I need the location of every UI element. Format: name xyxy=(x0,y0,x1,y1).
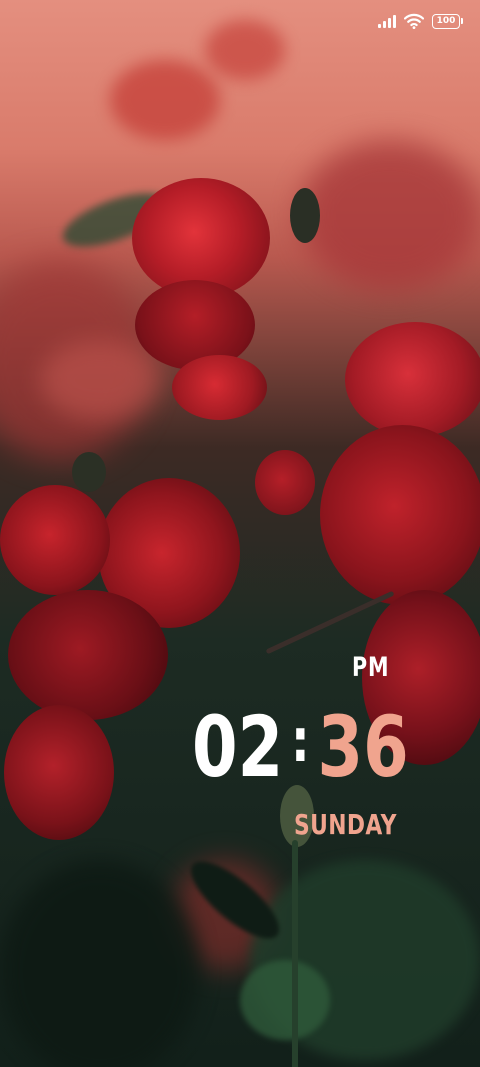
ampm-label: PM xyxy=(352,652,390,683)
battery-level: 100 xyxy=(436,15,456,26)
time-display: 02 : 36 xyxy=(192,702,409,792)
clock-hours: 02 xyxy=(192,698,284,796)
signal-bars-icon xyxy=(378,14,396,28)
wifi-icon xyxy=(404,13,424,29)
status-bar: 100 xyxy=(378,10,463,32)
battery-icon: 100 xyxy=(432,13,463,29)
lockscreen-clock: PM 02 : 36 SUNDAY xyxy=(0,650,480,850)
clock-separator: : xyxy=(290,706,310,776)
clock-minutes: 36 xyxy=(317,698,409,796)
rose-wallpaper xyxy=(0,0,480,1067)
day-label: SUNDAY xyxy=(294,808,397,841)
